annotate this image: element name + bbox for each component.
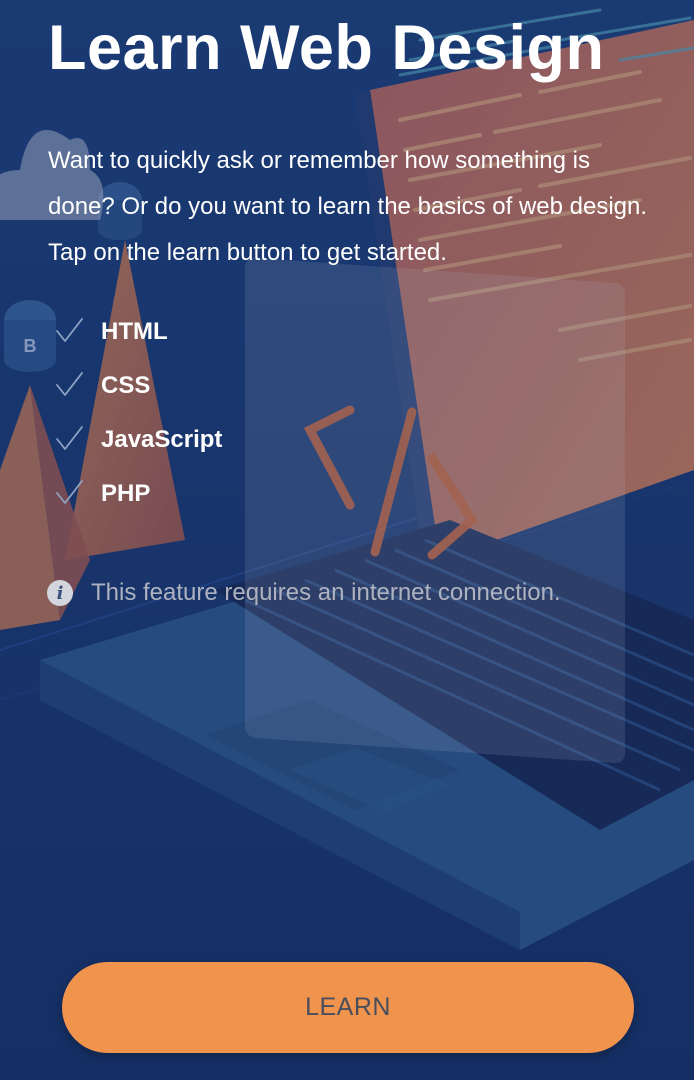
internet-notice: i This feature requires an internet conn… [47,578,561,608]
feature-item-javascript: JavaScript [48,413,222,467]
check-icon [56,426,83,450]
check-icon [56,480,83,504]
info-icon: i [47,580,73,606]
feature-item-php: PHP [48,467,222,521]
learn-screen: Learn Web Design Want to quickly ask or … [0,0,694,1080]
learn-button[interactable]: LEARN [62,962,634,1053]
feature-label: HTML [101,318,168,345]
feature-list: HTML CSS JavaScript PHP [48,305,222,521]
feature-label: PHP [101,480,151,507]
feature-label: CSS [101,372,151,399]
check-icon [56,318,83,342]
description-text: Want to quickly ask or remember how some… [48,147,648,266]
page-title: Learn Web Design [48,13,605,83]
check-icon [56,372,83,396]
feature-item-html: HTML [48,305,222,359]
notice-text: This feature requires an internet connec… [91,579,561,606]
feature-label: JavaScript [101,426,223,453]
feature-item-css: CSS [48,359,222,413]
